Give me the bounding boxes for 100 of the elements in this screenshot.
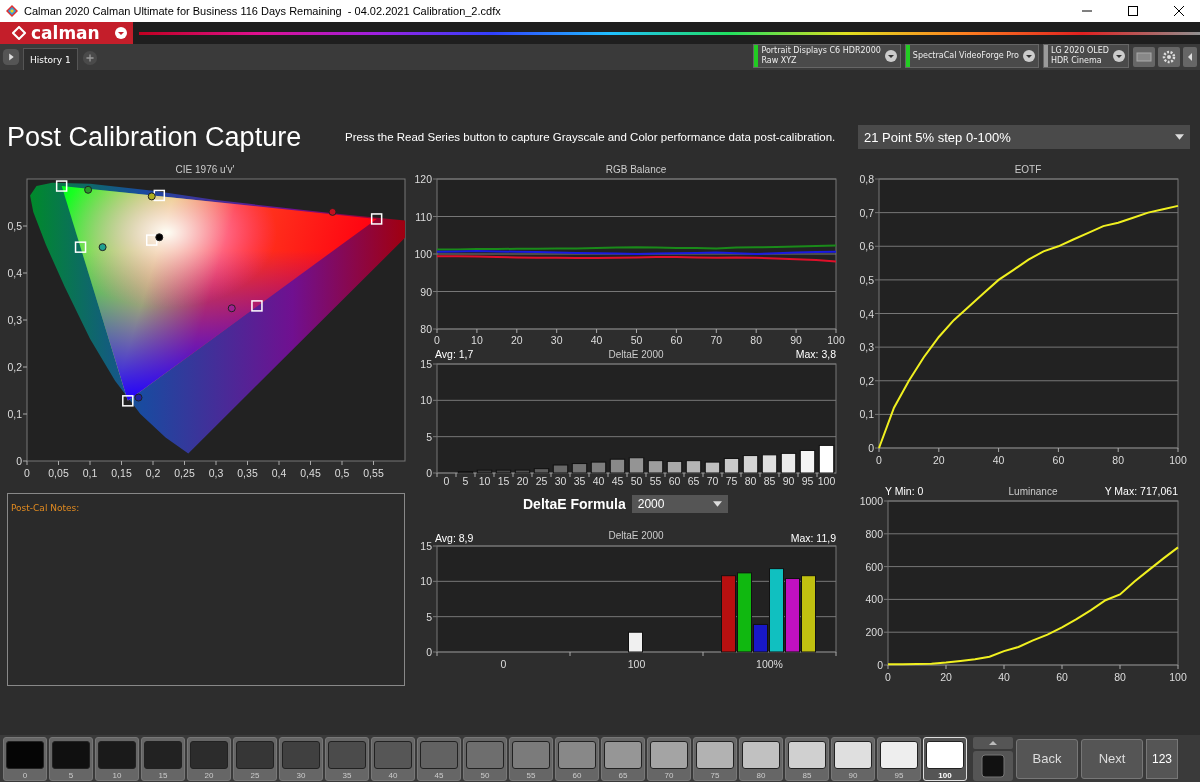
axis-tick-label: 0,15 (111, 467, 132, 479)
delta-bar (742, 455, 759, 474)
pattern-swatch[interactable]: 5 (49, 736, 93, 781)
pattern-swatch[interactable]: 35 (325, 736, 369, 781)
close-icon[interactable] (1174, 6, 1184, 16)
axis-tick-label: 0 (868, 442, 874, 454)
axis-tick-label: 75 (725, 475, 738, 486)
delta-bar (552, 464, 569, 474)
axis-tick-label: 0 (24, 467, 30, 479)
pattern-swatch[interactable]: 75 (693, 736, 737, 781)
axis-tick-label: 60 (668, 475, 681, 486)
pattern-swatch[interactable]: 40 (371, 736, 415, 781)
pattern-swatch[interactable]: 55 (509, 736, 553, 781)
pattern-swatch[interactable]: 85 (785, 736, 829, 781)
axis-tick-label: 90 (420, 285, 432, 298)
delta-bar (818, 444, 835, 474)
page-title: Post Calibration Capture (7, 121, 303, 153)
settings-icon[interactable] (1158, 47, 1180, 67)
delta-bar (457, 471, 474, 474)
chart-title: RGB Balance (605, 164, 667, 175)
delta-bar (723, 457, 740, 474)
next-button[interactable]: Next (1081, 738, 1143, 779)
chart-title: Luminance (1008, 486, 1058, 497)
axis-tick-label: 20 (940, 671, 952, 683)
axis-tick-label: 0,05 (48, 467, 69, 479)
pattern-swatch[interactable]: 10 (95, 736, 139, 781)
back-button[interactable]: Back (1016, 738, 1078, 779)
pattern-swatch[interactable]: 0 (3, 736, 47, 781)
pattern-swatch[interactable]: 50 (463, 736, 507, 781)
axis-tick-label: 65 (687, 475, 700, 486)
axis-tick-label: 0,3 (859, 341, 874, 354)
axis-tick-label: 10 (420, 575, 432, 588)
axis-tick-label: 30 (550, 334, 563, 346)
pattern-swatch[interactable]: 80 (739, 736, 783, 781)
axis-tick-label: 100 (827, 334, 845, 346)
axis-tick-label: 10 (478, 475, 491, 486)
axis-tick-label: 20 (510, 334, 523, 346)
axis-tick-label: 15 (497, 475, 510, 486)
maximum-label: Max: 11,9 (790, 532, 836, 544)
device-selector[interactable]: SpectraCal VideoForge Pro (904, 44, 1039, 68)
axis-tick-label: 0,4 (859, 307, 874, 320)
axis-tick-label: 80 (420, 323, 432, 335)
pattern-swatch[interactable]: 20 (187, 736, 231, 781)
axis-tick-label: 10 (471, 334, 483, 346)
pattern-swatch[interactable]: 100 (923, 736, 967, 781)
delta-bar (533, 468, 550, 474)
pattern-swatch[interactable]: 60 (555, 736, 599, 781)
history-tab[interactable]: History 1 (23, 48, 78, 70)
device-selector[interactable]: Portrait Displays C6 HDR2000 Raw XYZ (753, 44, 901, 68)
delta-bar (666, 460, 683, 474)
axis-tick-label: 1000 (859, 495, 883, 507)
axis-tick-label: 0,1 (859, 408, 874, 421)
chart-title: EOTF (1014, 164, 1042, 175)
axis-tick-label: 600 (865, 560, 883, 573)
axis-tick-label: 5 (462, 475, 469, 486)
axis-tick-label: 45 (611, 475, 624, 486)
axis-tick-label: 0,2 (7, 361, 22, 373)
axis-tick-label: 0,2 (859, 374, 874, 387)
window-title: Calman 2020 Calman Ultimate for Business 116 Days Remaining - 04.02.2021 Calibration_2.cdfx (24, 5, 501, 17)
delta-bar (761, 454, 778, 474)
pattern-swatch[interactable]: 65 (601, 736, 645, 781)
average-label: Avg: 8,9 (435, 532, 474, 544)
stop-icon[interactable] (973, 750, 1013, 781)
collapse-icon[interactable] (1183, 47, 1197, 67)
series-dropdown[interactable]: 21 Point 5% step 0-100% (858, 125, 1190, 149)
delta-bar (647, 460, 664, 474)
pattern-swatch[interactable]: 90 (831, 736, 875, 781)
formula-dropdown[interactable]: 2000 (631, 494, 728, 513)
axis-tick-label: 400 (865, 593, 883, 606)
pattern-count-button[interactable]: 123 (1146, 738, 1178, 779)
axis-tick-label: 95 (801, 475, 814, 486)
axis-tick-label: 100% (756, 658, 783, 670)
caret-icon (884, 50, 897, 62)
delta-bar (780, 452, 797, 474)
notes-panel[interactable]: Post-Cal Notes: (7, 493, 405, 686)
axis-tick-label: 0 (443, 475, 450, 486)
axis-tick-label: 0 (434, 334, 440, 346)
pattern-swatch[interactable]: 15 (141, 736, 185, 781)
eject-icon[interactable] (973, 736, 1013, 749)
axis-tick-label: 0,5 (859, 273, 874, 286)
chart-title: DeltaE 2000 (608, 530, 664, 541)
add-tab-icon[interactable] (81, 50, 98, 66)
axis-tick-label: 80 (1112, 454, 1125, 466)
maximum-label: Y Max: 717,061 (1104, 485, 1178, 497)
pattern-swatch[interactable]: 45 (417, 736, 461, 781)
pattern-swatch[interactable]: 30 (279, 736, 323, 781)
pattern-swatch[interactable]: 25 (233, 736, 277, 781)
axis-tick-label: 70 (710, 334, 723, 346)
axis-tick-label: 70 (706, 475, 719, 486)
calman-logo-button[interactable]: calman (0, 22, 133, 44)
caret-icon (1175, 134, 1184, 140)
maximize-icon[interactable] (1128, 6, 1138, 16)
axis-tick-label: 120 (415, 173, 432, 185)
device-name: LG 2020 OLED HDR Cinema (1050, 46, 1109, 66)
play-icon[interactable] (2, 48, 20, 66)
device-selector[interactable]: LG 2020 OLED HDR Cinema (1042, 44, 1129, 68)
axis-tick-label: 800 (865, 527, 883, 540)
pattern-swatch[interactable]: 95 (877, 736, 921, 781)
axis-tick-label: 0 (876, 454, 882, 466)
pattern-swatch[interactable]: 70 (647, 736, 691, 781)
